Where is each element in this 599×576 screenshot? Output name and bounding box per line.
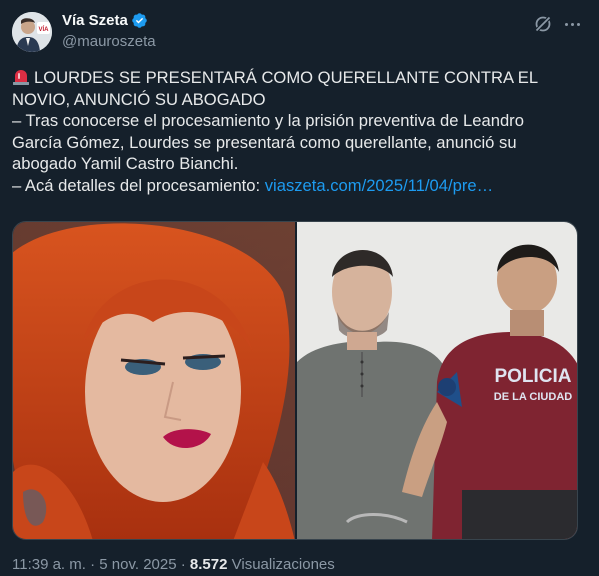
tweet-text-line: García Gómez, Lourdes se presentará como… xyxy=(12,132,517,152)
more-dot xyxy=(570,22,574,26)
svg-text:VÍA: VÍA xyxy=(38,25,49,33)
author-handle[interactable]: @mauroszeta xyxy=(62,33,156,50)
tweet-time[interactable]: 11:39 a. m. xyxy=(12,556,86,573)
siren-emoji-icon xyxy=(12,68,30,85)
verified-badge-icon[interactable] xyxy=(131,12,148,29)
vest-text-policia: POLICIA xyxy=(494,366,571,387)
more-options-icon[interactable] xyxy=(560,12,584,36)
vest-text-ciudad: DE LA CIUDAD xyxy=(494,391,572,403)
tweet-media[interactable]: POLICIA DE LA CIUDAD xyxy=(12,221,578,540)
tweet-text-line: abogado Yamil Castro Bianchi. xyxy=(12,154,239,173)
tweet-text-line: LOURDES SE PRESENTARÁ COMO QUERELLANTE C… xyxy=(12,67,582,89)
tweet-text: LOURDES SE PRESENTARÁ COMO QUERELLANTE C… xyxy=(12,67,582,196)
tweet-text-prefix: – Acá detalles del procesamiento: xyxy=(12,175,265,195)
views-count[interactable]: 8.572 xyxy=(190,556,228,573)
grok-icon[interactable] xyxy=(533,14,553,34)
tweet-meta: 11:39 a. m. · 5 nov. 2025 · 8.572 Visual… xyxy=(12,556,335,573)
tweet-text-line: – Acá detalles del procesamiento: viasze… xyxy=(12,175,582,197)
views-label[interactable]: Visualizaciones xyxy=(227,556,335,573)
tweet-card: VÍA Vía Szeta @mauroszeta LOURDES SE PRE… xyxy=(0,0,599,576)
more-dot xyxy=(564,22,568,26)
meta-separator: · xyxy=(176,556,190,573)
media-photo-right[interactable]: POLICIA DE LA CIUDAD xyxy=(295,222,577,539)
meta-separator: · xyxy=(85,556,100,573)
tweet-date[interactable]: 5 nov. 2025 xyxy=(99,556,176,573)
tweet-headline-2: NOVIO, ANUNCIÓ SU ABOGADO xyxy=(12,89,266,109)
author-name-row[interactable]: Vía Szeta xyxy=(62,12,148,29)
article-link[interactable]: viaszeta.com/2025/11/04/pre… xyxy=(265,176,493,195)
tweet-headline-1: LOURDES SE PRESENTARÁ COMO QUERELLANTE C… xyxy=(34,68,539,87)
media-photo-left[interactable] xyxy=(13,222,295,539)
tweet-text-line: – Tras conocerse el procesamiento y la p… xyxy=(12,111,524,130)
author-display-name[interactable]: Vía Szeta xyxy=(62,12,128,29)
avatar[interactable]: VÍA xyxy=(12,12,52,52)
more-dot xyxy=(576,22,580,26)
